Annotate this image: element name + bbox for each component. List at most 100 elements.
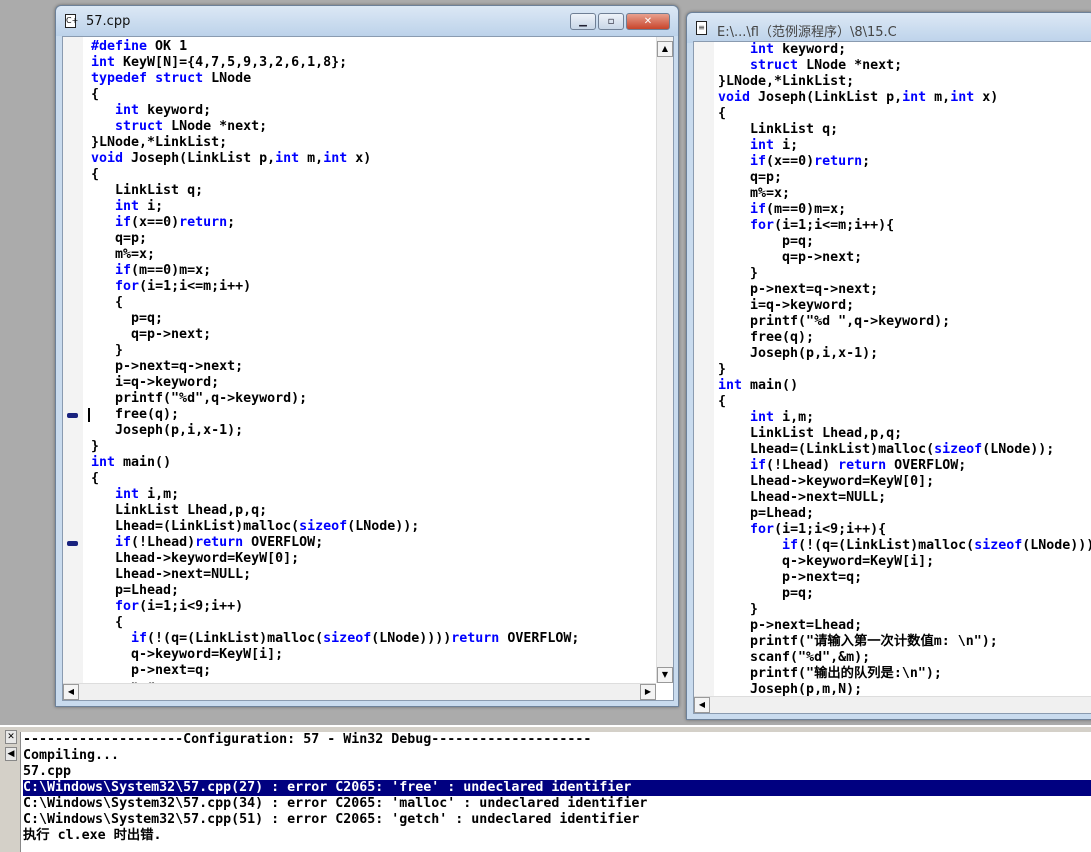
editor-window-15c[interactable]: ≡ E:\...\fl（范例源程序）\8\15.C int keyword; s… [686, 12, 1091, 720]
code-line[interactable]: Lhead=(LinkList)malloc(sizeof(LNode)); [91, 519, 579, 535]
maximize-button[interactable]: ▫ [598, 13, 624, 30]
code-line[interactable]: p->next=q; [91, 663, 579, 679]
code-line[interactable]: p->next=q; [718, 570, 1091, 586]
code-line[interactable]: int main() [718, 378, 1091, 394]
code-line[interactable]: Joseph(p,i,x-1); [718, 346, 1091, 362]
code-line[interactable]: Joseph(p,i,x-1); [91, 423, 579, 439]
code-line[interactable]: for(i=1;i<=m;i++) [91, 279, 579, 295]
code-line[interactable]: for(i=1;i<9;i++) [91, 599, 579, 615]
code-line[interactable]: } [718, 362, 1091, 378]
code-line[interactable]: if(!(q=(LinkList)malloc(sizeof(LNode))))… [91, 631, 579, 647]
code-line[interactable]: }LNode,*LinkList; [91, 135, 579, 151]
code-line[interactable]: typedef struct LNode [91, 71, 579, 87]
code-line[interactable]: p->next=Lhead; [718, 618, 1091, 634]
code-line[interactable]: free(q); [718, 330, 1091, 346]
code-line[interactable]: i=q->keyword; [91, 375, 579, 391]
vertical-scrollbar[interactable]: ▲ ▼ [656, 37, 673, 683]
code-text[interactable]: #define OK 1 int KeyW[N]={4,7,5,9,3,2,6,1… [67, 39, 579, 695]
code-line[interactable]: } [718, 602, 1091, 618]
code-line[interactable]: if(!Lhead)return OVERFLOW; [67, 535, 579, 551]
code-line[interactable]: free(q); [67, 407, 579, 423]
code-line[interactable]: if(x==0)return; [91, 215, 579, 231]
code-line[interactable]: if(m==0)m=x; [91, 263, 579, 279]
code-line[interactable]: LinkList Lhead,p,q; [718, 426, 1091, 442]
output-line[interactable]: 57.cpp [23, 764, 1091, 780]
code-line[interactable]: p->next=q->next; [91, 359, 579, 375]
code-line[interactable]: Lhead->next=NULL; [718, 490, 1091, 506]
code-line[interactable]: if(!Lhead) return OVERFLOW; [718, 458, 1091, 474]
code-line[interactable]: if(m==0)m=x; [718, 202, 1091, 218]
code-line[interactable]: p=Lhead; [91, 583, 579, 599]
code-line[interactable]: { [91, 471, 579, 487]
code-line[interactable]: int i; [718, 138, 1091, 154]
code-line[interactable]: int keyword; [718, 42, 1091, 58]
scroll-down-button[interactable]: ▼ [657, 667, 673, 683]
code-line[interactable]: Lhead->keyword=KeyW[0]; [91, 551, 579, 567]
code-line[interactable]: q=p; [91, 231, 579, 247]
code-line[interactable]: Lhead=(LinkList)malloc(sizeof(LNode)); [718, 442, 1091, 458]
code-line[interactable]: q=p->next; [718, 250, 1091, 266]
code-line[interactable]: { [91, 615, 579, 631]
code-line[interactable]: { [718, 106, 1091, 122]
code-line[interactable]: int main() [91, 455, 579, 471]
title-bar[interactable]: ≡ E:\...\fl（范例源程序）\8\15.C [687, 13, 1091, 43]
code-line[interactable]: printf("输出的队列是:\n"); [718, 666, 1091, 682]
code-line[interactable]: #define OK 1 [91, 39, 579, 55]
code-line[interactable]: { [91, 167, 579, 183]
output-line[interactable]: --------------------Configuration: 57 - … [23, 732, 1091, 748]
code-line[interactable]: int keyword; [91, 103, 579, 119]
close-pane-button[interactable]: ✕ [5, 730, 17, 744]
scroll-pane-button[interactable]: ◀ [5, 747, 17, 761]
code-line[interactable]: p=Lhead; [718, 506, 1091, 522]
code-line[interactable]: q->keyword=KeyW[i]; [718, 554, 1091, 570]
code-line[interactable]: printf("请输入第一次计数值m: \n"); [718, 634, 1091, 650]
minimize-button[interactable]: ▁ [570, 13, 596, 30]
code-line[interactable]: } [91, 439, 579, 455]
code-line[interactable]: q->keyword=KeyW[i]; [91, 647, 579, 663]
code-line[interactable]: void Joseph(LinkList p,int m,int x) [91, 151, 579, 167]
code-line[interactable]: for(i=1;i<9;i++){ [718, 522, 1091, 538]
output-line[interactable]: C:\Windows\System32\57.cpp(34) : error C… [23, 796, 1091, 812]
code-text[interactable]: int keyword; struct LNode *next;}LNode,*… [718, 42, 1091, 698]
horizontal-scrollbar[interactable]: ◀ ▶ [63, 683, 656, 700]
code-line[interactable]: int i,m; [718, 410, 1091, 426]
editor-window-57cpp[interactable]: C+ 57.cpp ▁ ▫ ✕ #define OK 1 int KeyW[N]=… [55, 5, 679, 707]
code-line[interactable]: Lhead->next=NULL; [91, 567, 579, 583]
code-editor[interactable]: int keyword; struct LNode *next;}LNode,*… [693, 41, 1091, 714]
code-line[interactable]: m%=x; [91, 247, 579, 263]
code-line[interactable]: m%=x; [718, 186, 1091, 202]
scroll-right-button[interactable]: ▶ [640, 684, 656, 700]
code-line[interactable]: scanf("%d",&m); [718, 650, 1091, 666]
build-output-pane[interactable]: ✕ ◀ --------------------Configuration: 5… [0, 725, 1091, 852]
code-line[interactable]: p=q; [718, 586, 1091, 602]
output-line-selected[interactable]: C:\Windows\System32\57.cpp(27) : error C… [23, 780, 1091, 796]
close-button[interactable]: ✕ [626, 13, 670, 30]
code-line[interactable]: q=p; [718, 170, 1091, 186]
code-line[interactable]: p=q; [91, 311, 579, 327]
code-line[interactable]: LinkList q; [91, 183, 579, 199]
code-line[interactable]: if(!(q=(LinkList)malloc(sizeof(LNode))) [718, 538, 1091, 554]
error-marker-icon[interactable] [67, 541, 78, 546]
code-line[interactable]: q=p->next; [91, 327, 579, 343]
scroll-up-button[interactable]: ▲ [657, 41, 673, 57]
code-line[interactable]: { [718, 394, 1091, 410]
code-line[interactable]: LinkList q; [718, 122, 1091, 138]
code-line[interactable]: i=q->keyword; [718, 298, 1091, 314]
scroll-left-button[interactable]: ◀ [694, 697, 710, 713]
output-line[interactable]: Compiling... [23, 748, 1091, 764]
code-editor[interactable]: #define OK 1 int KeyW[N]={4,7,5,9,3,2,6,1… [62, 36, 674, 701]
horizontal-scrollbar[interactable]: ◀ [694, 696, 1091, 713]
code-line[interactable]: int KeyW[N]={4,7,5,9,3,2,6,1,8}; [91, 55, 579, 71]
code-line[interactable]: p->next=q->next; [718, 282, 1091, 298]
code-line[interactable]: void Joseph(LinkList p,int m,int x) [718, 90, 1091, 106]
code-line[interactable]: int i; [91, 199, 579, 215]
code-line[interactable]: printf("%d",q->keyword); [91, 391, 579, 407]
output-line[interactable]: 执行 cl.exe 时出错. [23, 828, 1091, 844]
error-marker-icon[interactable] [67, 413, 78, 418]
code-line[interactable]: }LNode,*LinkList; [718, 74, 1091, 90]
title-bar[interactable]: C+ 57.cpp ▁ ▫ ✕ [56, 6, 678, 36]
code-line[interactable]: { [91, 295, 579, 311]
code-line[interactable]: Lhead->keyword=KeyW[0]; [718, 474, 1091, 490]
code-line[interactable]: } [718, 266, 1091, 282]
code-line[interactable]: printf("%d ",q->keyword); [718, 314, 1091, 330]
